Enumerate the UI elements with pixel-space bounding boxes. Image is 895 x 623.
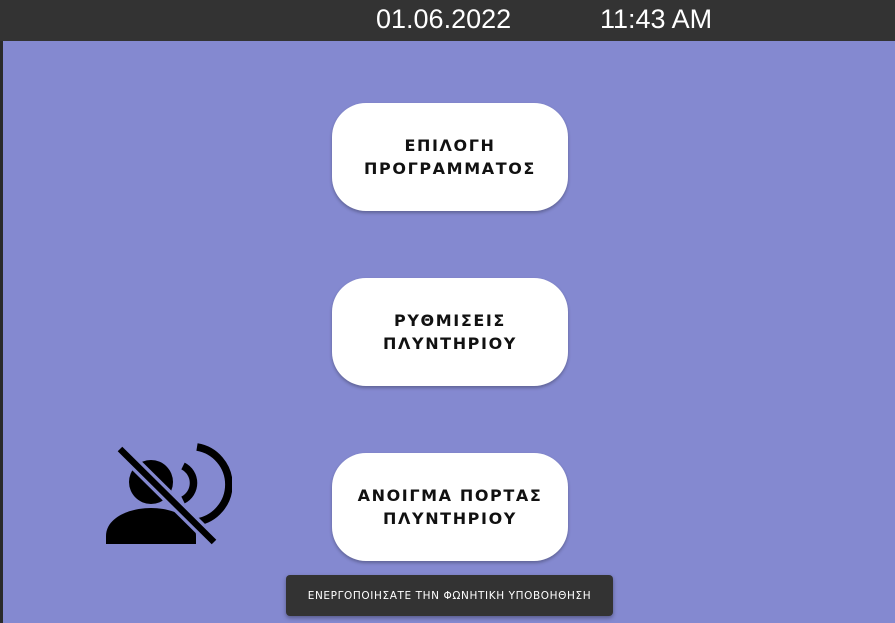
toast-message: ΕΝΕΡΓΟΠΟΙΗΣΑΤΕ ΤΗΝ ΦΩΝΗΤΙΚΗ ΥΠΟΒΟΗΘΗΣΗ <box>307 589 592 602</box>
status-bar: 01.06.2022 11:43 AM <box>0 0 895 41</box>
status-date: 01.06.2022 <box>376 4 512 34</box>
screen-edge-divider <box>0 41 3 623</box>
washer-settings-button[interactable]: ΡΥΘΜΙΣΕΙΣ ΠΛΥΝΤΗΡΙΟΥ <box>332 278 568 386</box>
voice-assist-toast: ΕΝΕΡΓΟΠΟΙΗΣΑΤΕ ΤΗΝ ΦΩΝΗΤΙΚΗ ΥΠΟΒΟΗΘΗΣΗ <box>286 575 613 616</box>
voice-over-off-icon[interactable] <box>104 438 233 550</box>
open-door-label: ΑΝΟΙΓΜΑ ΠΟΡΤΑΣ ΠΛΥΝΤΗΡΙΟΥ <box>357 486 543 528</box>
open-door-button[interactable]: ΑΝΟΙΓΜΑ ΠΟΡΤΑΣ ΠΛΥΝΤΗΡΙΟΥ <box>332 453 568 561</box>
select-program-label: ΕΠΙΛΟΓΗ ΠΡΟΓΡΑΜΜΑΤΟΣ <box>364 136 536 178</box>
status-time: 11:43 AM <box>600 4 713 34</box>
washer-settings-label: ΡΥΘΜΙΣΕΙΣ ΠΛΥΝΤΗΡΙΟΥ <box>383 311 517 353</box>
select-program-button[interactable]: ΕΠΙΛΟΓΗ ΠΡΟΓΡΑΜΜΑΤΟΣ <box>332 103 568 211</box>
app-screen: 01.06.2022 11:43 AM ΕΠΙΛΟΓΗ ΠΡΟΓΡΑΜΜΑΤΟΣ… <box>0 0 895 623</box>
